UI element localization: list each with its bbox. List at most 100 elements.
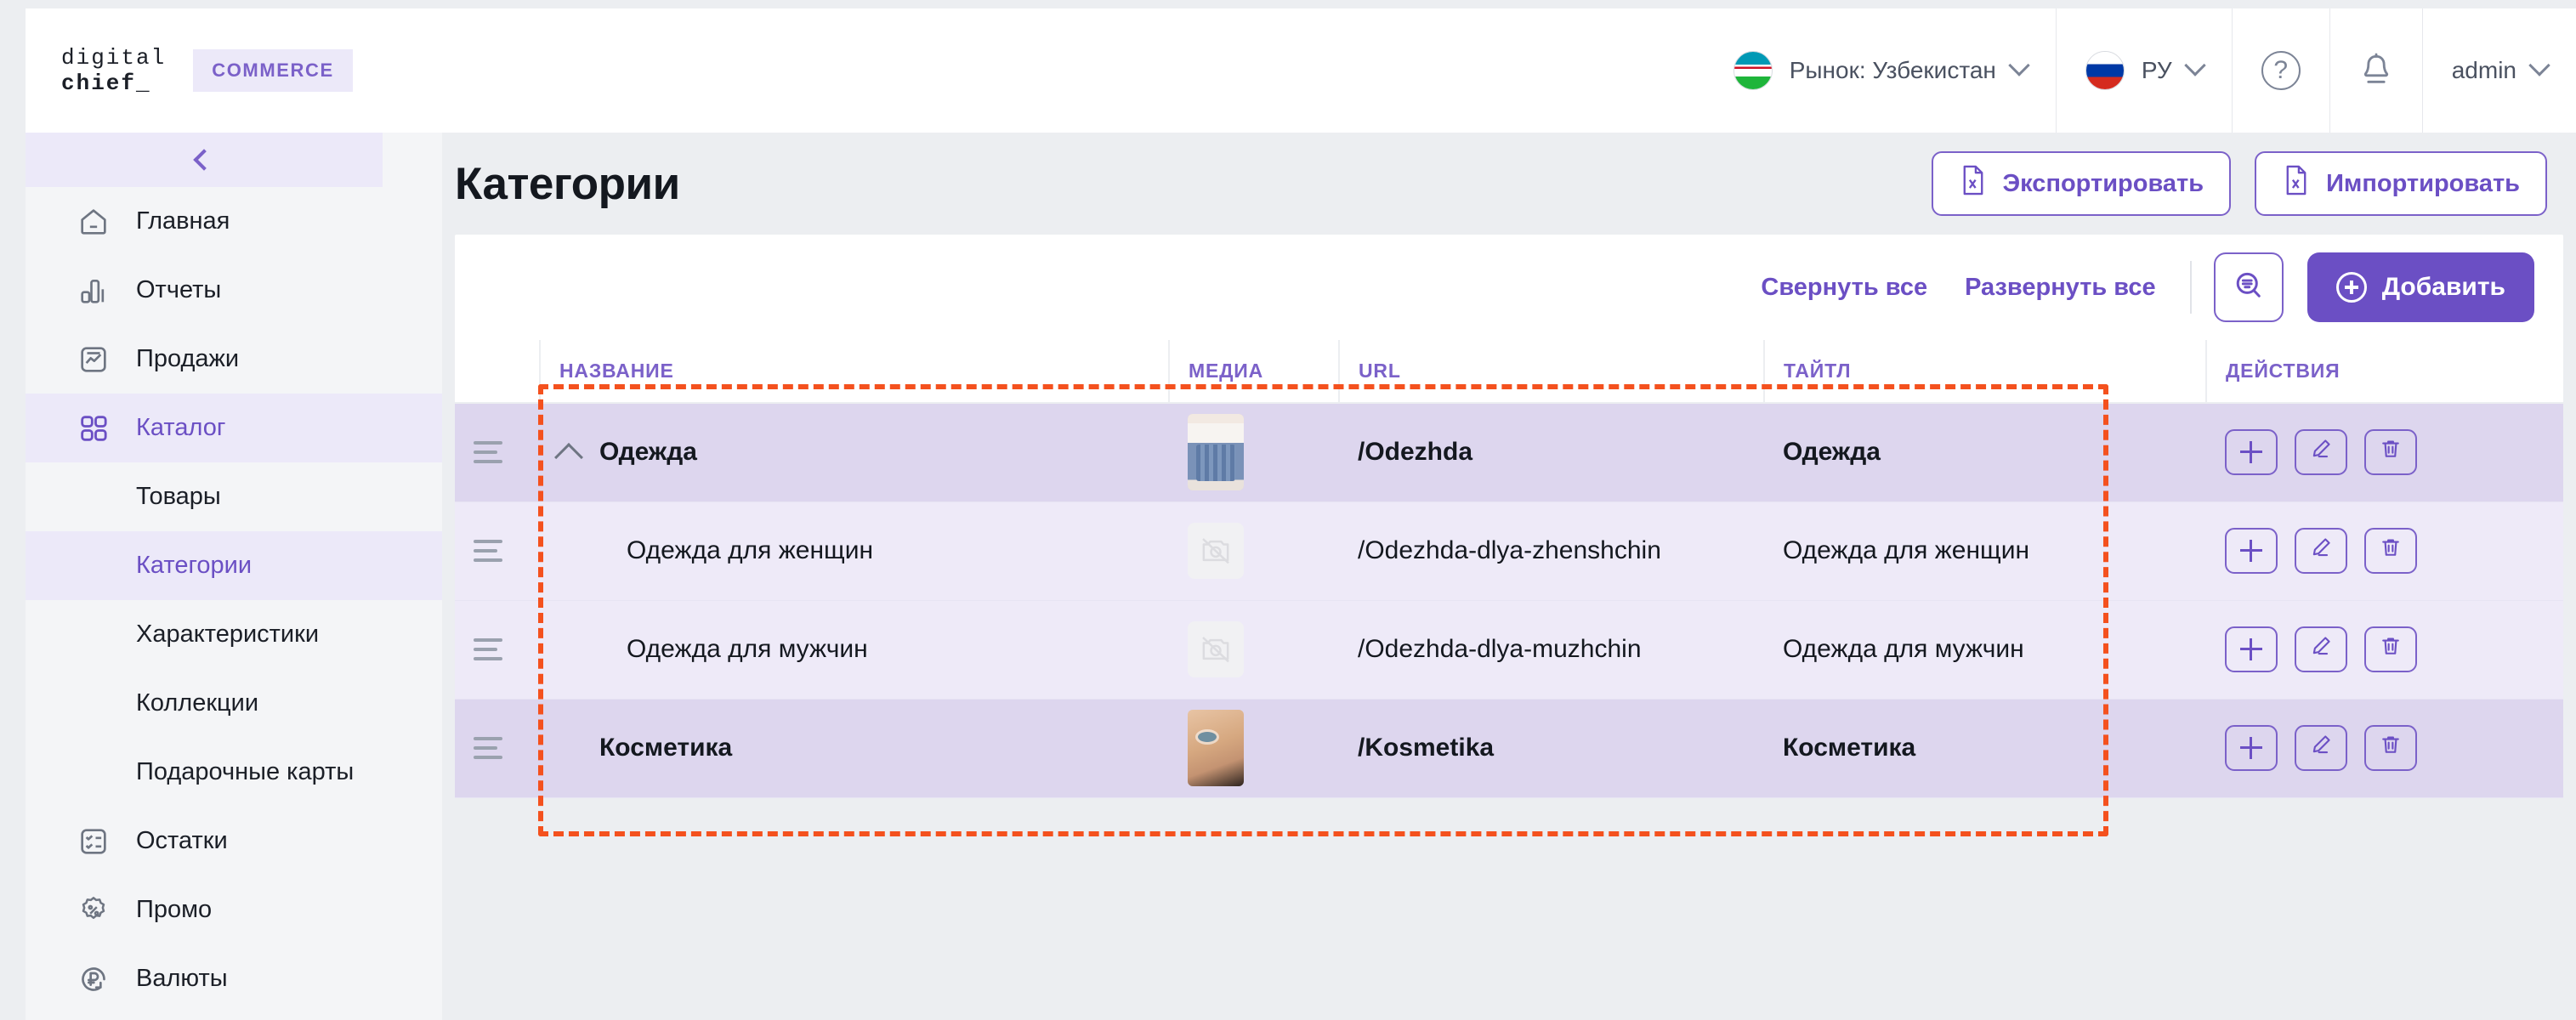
row-drag-handle-cell[interactable] xyxy=(455,502,540,601)
row-name: Одежда для женщин xyxy=(627,536,874,564)
add-child-button[interactable] xyxy=(2225,725,2278,771)
checklist-icon xyxy=(75,823,112,860)
row-drag-handle-cell[interactable] xyxy=(455,699,540,798)
sidebar-item-sales[interactable]: Продажи xyxy=(26,325,442,394)
logo-text: digital chief_ xyxy=(61,45,166,96)
drag-handle-icon[interactable] xyxy=(474,737,502,759)
table-row[interactable]: Косметика /Kosmetika Косметика xyxy=(455,699,2563,798)
language-label: РУ xyxy=(2141,57,2172,83)
help-button[interactable]: ? xyxy=(2231,8,2329,133)
add-child-button[interactable] xyxy=(2225,429,2278,476)
table-head: НАЗВАНИЕ МЕДИА URL ТАЙТЛ ДЕЙСТВИЯ xyxy=(455,340,2563,404)
home-icon xyxy=(75,203,112,241)
chevron-down-icon xyxy=(2528,54,2550,76)
add-icon xyxy=(2240,441,2262,464)
sidebar-item-catalog[interactable]: Каталог xyxy=(26,394,442,462)
toolbar-divider xyxy=(2189,261,2192,314)
row-name: Косметика xyxy=(599,734,733,762)
row-name-cell: Одежда для мужчин xyxy=(540,600,1169,700)
row-actions-cell xyxy=(2206,600,2563,700)
row-name: Одежда для мужчин xyxy=(627,635,868,663)
sidebar-item-home[interactable]: Главная xyxy=(26,187,442,256)
delete-icon xyxy=(2379,634,2403,665)
main-content: Категории Экспортировать Импортировать С… xyxy=(442,133,2576,1020)
sidebar-item-label: Остатки xyxy=(136,827,228,854)
collapse-all-link[interactable]: Свернуть все xyxy=(1742,274,1946,302)
sidebar-item-label: Главная xyxy=(136,207,230,235)
drag-handle-icon[interactable] xyxy=(474,441,502,464)
row-drag-handle-cell[interactable] xyxy=(455,600,540,700)
table-row[interactable]: Одежда для мужчин /Odezhda-dlya-muzhchin… xyxy=(455,600,2563,700)
sidebar-item-promo[interactable]: Промо xyxy=(26,876,442,944)
no-image-placeholder-icon xyxy=(1188,621,1244,677)
row-url-cell: /Odezhda-dlya-muzhchin xyxy=(1339,600,1764,700)
add-button[interactable]: Добавить xyxy=(2306,252,2534,322)
app-root: digital chief_ COMMERCE Рынок: Узбекиста… xyxy=(0,0,2576,1020)
sidebar-item-categories[interactable]: Категории xyxy=(26,531,442,600)
row-drag-handle-cell[interactable] xyxy=(455,403,540,502)
edit-button[interactable] xyxy=(2295,626,2347,672)
row-url-cell: /Odezhda-dlya-zhenshchin xyxy=(1339,502,1764,601)
edit-button[interactable] xyxy=(2295,725,2347,771)
chevron-up-icon[interactable] xyxy=(554,443,583,473)
chart-bars-icon xyxy=(75,272,112,309)
drag-handle-icon[interactable] xyxy=(474,540,502,562)
edit-button[interactable] xyxy=(2295,528,2347,574)
row-title-cell: Косметика xyxy=(1764,699,2206,798)
categories-table: НАЗВАНИЕ МЕДИА URL ТАЙТЛ ДЕЙСТВИЯ Одежда… xyxy=(455,340,2563,798)
plus-circle-icon xyxy=(2335,272,2367,303)
table-header-url: URL xyxy=(1338,340,1764,404)
table-toolbar: Свернуть все Развернуть все Добавить xyxy=(455,235,2563,340)
user-menu[interactable]: admin xyxy=(2421,8,2576,133)
sidebar-item-label: Продажи xyxy=(136,345,240,372)
excel-file-icon xyxy=(1959,164,1988,203)
delete-button[interactable] xyxy=(2364,725,2417,771)
row-name-cell: Одежда xyxy=(540,403,1169,502)
drag-handle-icon[interactable] xyxy=(474,638,502,660)
sidebar-item-label: Каталог xyxy=(136,414,226,441)
export-button[interactable]: Экспортировать xyxy=(1931,151,2232,216)
import-button-label: Импортировать xyxy=(2326,169,2520,197)
edit-icon xyxy=(2309,536,2333,566)
table-row[interactable]: Одежда /Odezhda Одежда xyxy=(455,403,2563,502)
delete-button[interactable] xyxy=(2364,528,2417,574)
ruble-refresh-icon xyxy=(75,960,112,998)
uzbekistan-flag-icon xyxy=(1733,51,1773,90)
logo-line-2: chief_ xyxy=(61,71,151,96)
sidebar-item-label: Характеристики xyxy=(136,620,320,648)
add-icon xyxy=(2240,638,2262,660)
sidebar-item-reports[interactable]: Отчеты xyxy=(26,256,442,325)
sidebar-item-currencies[interactable]: Валюты xyxy=(26,944,442,1013)
sidebar-item-label: Товары xyxy=(136,483,221,510)
import-button[interactable]: Импортировать xyxy=(2255,151,2547,216)
sidebar-item-attributes[interactable]: Характеристики xyxy=(26,600,442,669)
table-row[interactable]: Одежда для женщин /Odezhda-dlya-zhenshch… xyxy=(455,502,2563,601)
chevron-down-icon xyxy=(2184,54,2206,76)
row-actions-cell xyxy=(2206,699,2563,798)
add-child-button[interactable] xyxy=(2225,528,2278,574)
sales-chart-icon xyxy=(75,341,112,378)
edit-button[interactable] xyxy=(2295,429,2347,476)
delete-button[interactable] xyxy=(2364,626,2417,672)
sidebar-collapse-button[interactable] xyxy=(26,133,383,187)
sidebar-item-stock[interactable]: Остатки xyxy=(26,807,442,876)
delete-button[interactable] xyxy=(2364,429,2417,476)
commerce-badge: COMMERCE xyxy=(193,49,353,92)
language-selector[interactable]: РУ xyxy=(2055,8,2232,133)
notifications-button[interactable] xyxy=(2329,8,2422,133)
search-filter-button[interactable] xyxy=(2213,252,2284,322)
row-media-cell xyxy=(1169,502,1339,601)
edit-icon xyxy=(2309,634,2333,665)
sidebar-item-label: Промо xyxy=(136,896,213,923)
market-selector[interactable]: Рынок: Узбекистан xyxy=(1705,8,2056,133)
row-title-cell: Одежда для мужчин xyxy=(1764,600,2206,700)
sidebar-item-collections[interactable]: Коллекции xyxy=(26,669,442,738)
expand-all-link[interactable]: Развернуть все xyxy=(1946,274,2175,302)
add-child-button[interactable] xyxy=(2225,626,2278,672)
sidebar-item-products[interactable]: Товары xyxy=(26,462,442,531)
excel-file-icon xyxy=(2282,164,2311,203)
sidebar-item-gift-cards[interactable]: Подарочные карты xyxy=(26,738,442,807)
chevron-left-icon xyxy=(193,149,215,171)
table-body: Одежда /Odezhda Одежда Одежда для женщин… xyxy=(455,403,2563,798)
brand-logo[interactable]: digital chief_ COMMERCE xyxy=(26,45,353,96)
